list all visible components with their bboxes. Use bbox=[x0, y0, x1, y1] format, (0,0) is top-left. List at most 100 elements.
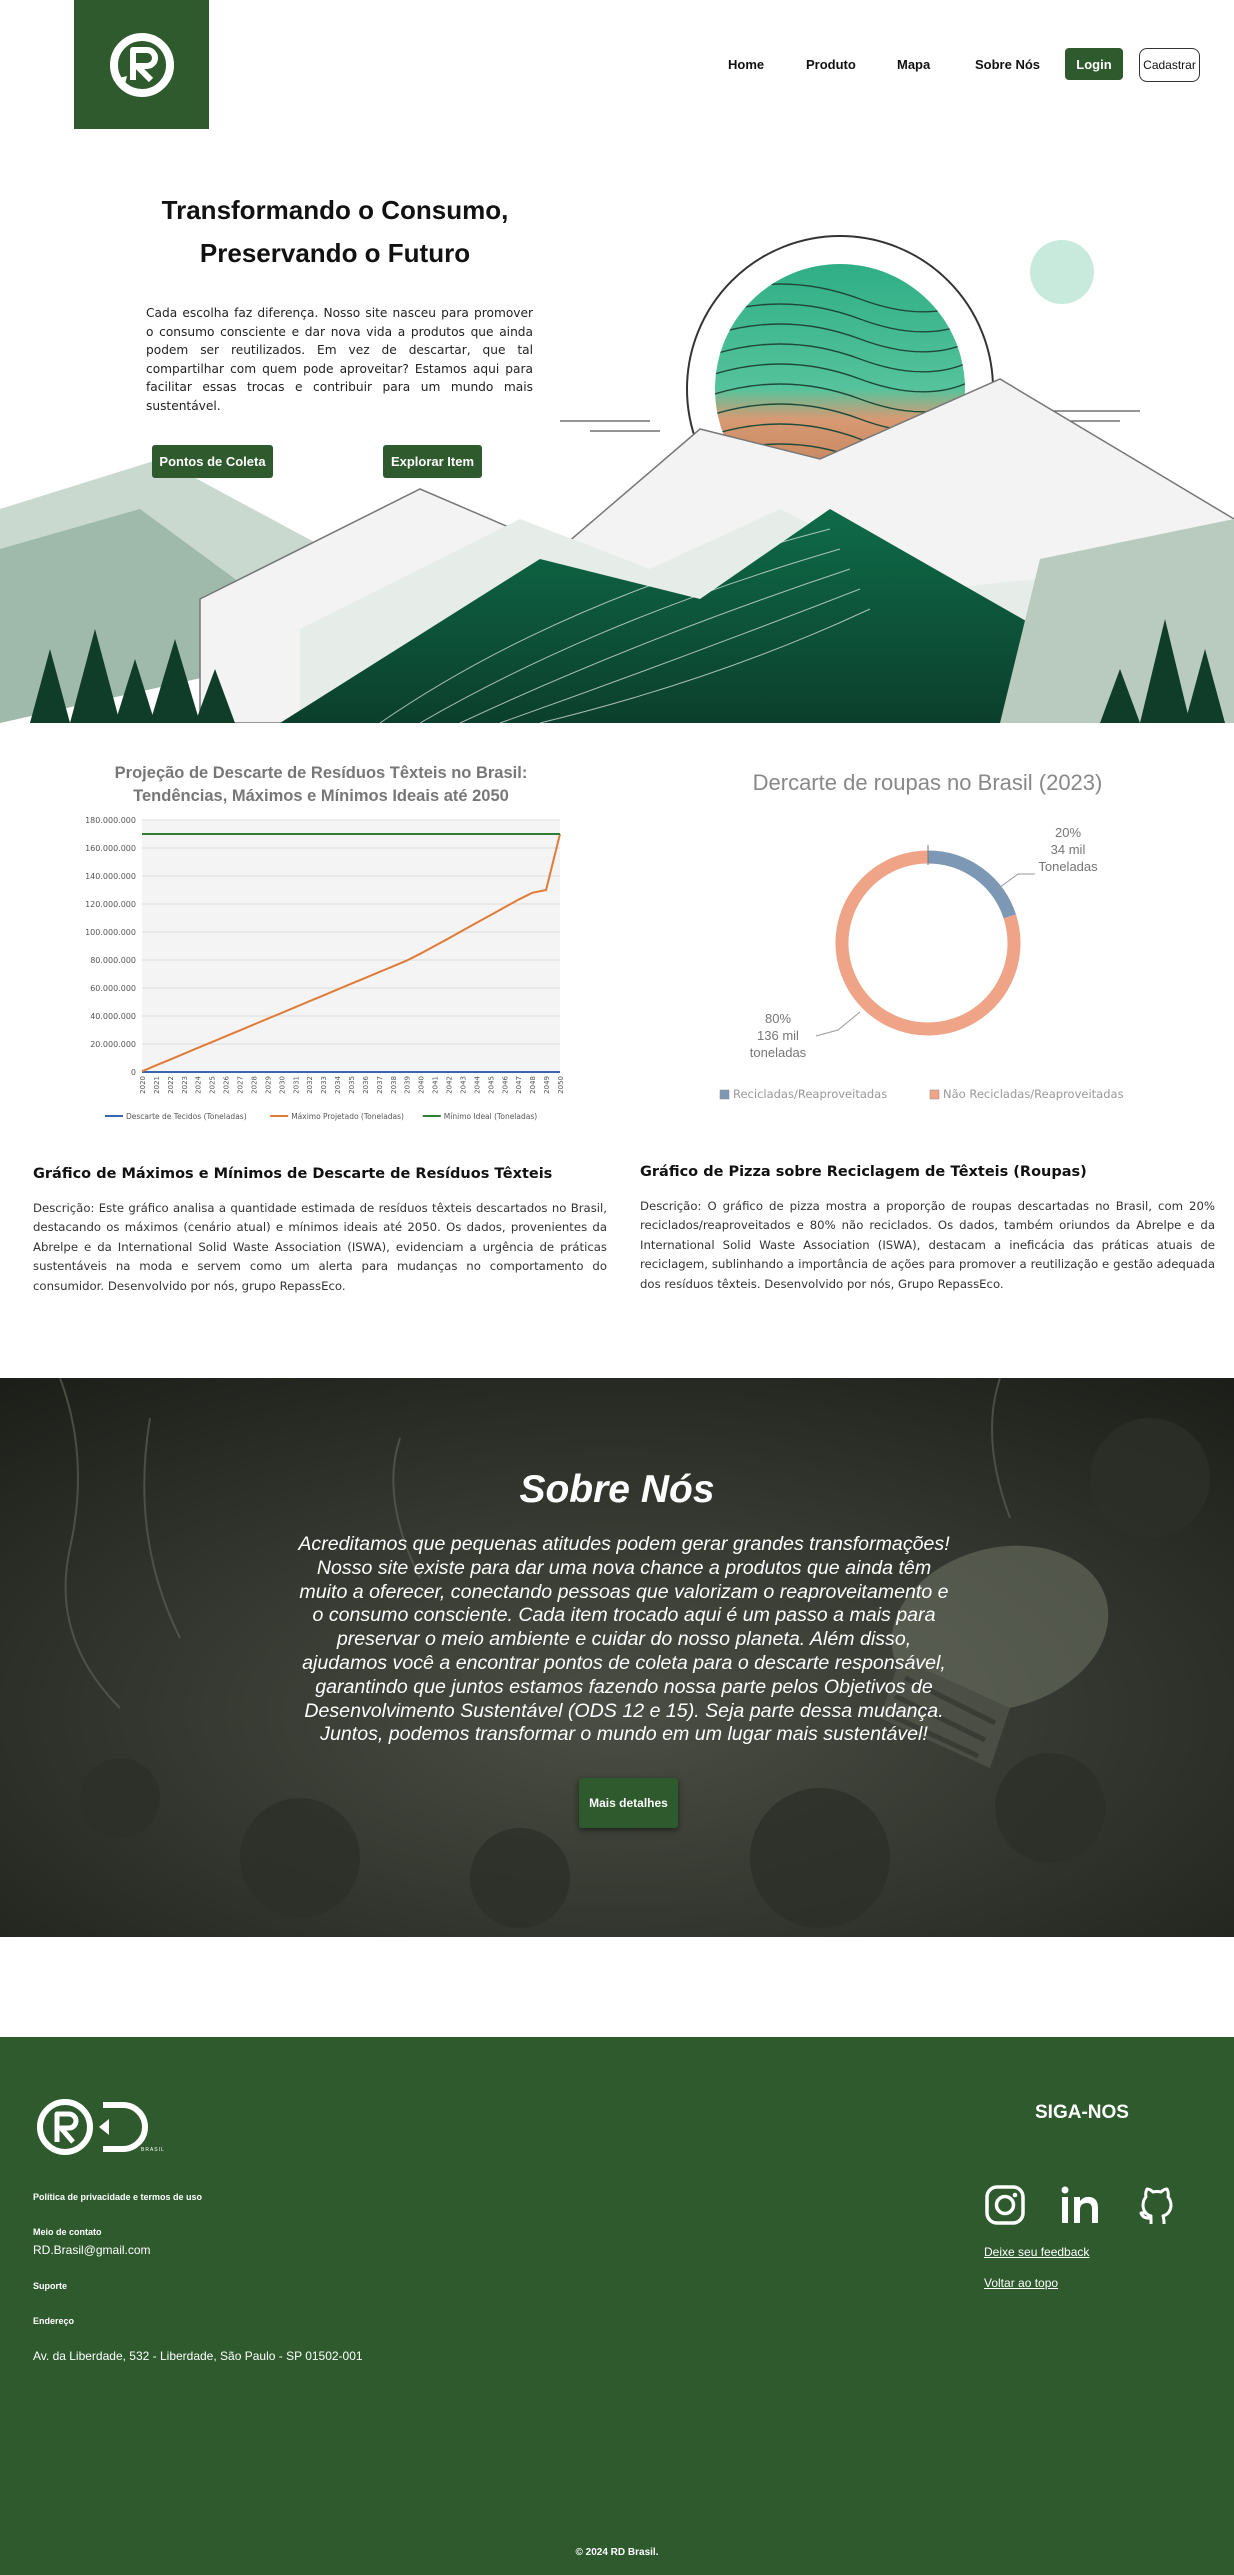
label-leader bbox=[815, 1011, 861, 1037]
y-tick-label: 80.000.000 bbox=[90, 956, 136, 965]
donut-chart: 20% 34 mil Toneladas 80% 136 mil toneladas Rec… bbox=[719, 825, 1124, 1101]
about-text: Acreditamos que pequenas atitudes podem … bbox=[298, 1533, 950, 1746]
x-tick-label: 2046 bbox=[501, 1075, 509, 1093]
pie-chart-description: Descrição: O gráfico de pizza mostra a p… bbox=[640, 1199, 1215, 1291]
x-tick-label: 2038 bbox=[390, 1076, 398, 1094]
contact-email[interactable]: RD.Brasil@gmail.com bbox=[33, 2243, 151, 2257]
x-tick-label: 2025 bbox=[209, 1076, 217, 1094]
x-tick-label: 2028 bbox=[250, 1076, 258, 1094]
x-tick-label: 2027 bbox=[237, 1076, 245, 1094]
nav-mapa[interactable]: Mapa bbox=[897, 57, 930, 72]
line-chart-heading: Gráfico de Máximos e Mínimos de Descarte… bbox=[33, 1166, 553, 1182]
linkedin-icon[interactable] bbox=[1056, 2182, 1102, 2228]
slice-label-unit: Toneladas bbox=[1038, 859, 1098, 874]
y-tick-label: 20.000.000 bbox=[90, 1040, 136, 1049]
x-tick-label: 2020 bbox=[139, 1076, 147, 1094]
footer: BRASIL Política de privacidade e termos … bbox=[0, 2037, 1234, 2575]
address-label: Endereço bbox=[33, 2316, 75, 2326]
line-chart: 0 20.000.000 40.000.000 60.000.000 80.000.00… bbox=[85, 816, 565, 1121]
x-tick-label: 2024 bbox=[195, 1075, 203, 1093]
x-tick-label: 2023 bbox=[181, 1076, 189, 1094]
x-tick-label: 2033 bbox=[320, 1076, 328, 1094]
x-tick-label: 2050 bbox=[557, 1076, 565, 1094]
nav-home[interactable]: Home bbox=[728, 57, 764, 72]
copyright: © 2024 RD Brasil. bbox=[575, 2547, 659, 2558]
x-tick-label: 2037 bbox=[376, 1076, 384, 1094]
hero-title-line2: Preservando o Futuro bbox=[199, 238, 471, 268]
follow-us-title: SIGA-NOS bbox=[1035, 2102, 1129, 2123]
nav-sobre-nos[interactable]: Sobre Nós bbox=[975, 57, 1040, 72]
hero-title-line1: Transformando o Consumo, bbox=[161, 195, 509, 225]
x-tick-label: 2040 bbox=[418, 1076, 426, 1094]
legend-label: Descarte de Tecidos (Toneladas) bbox=[126, 1112, 247, 1121]
collect-points-button[interactable]: Pontos de Coleta bbox=[152, 445, 273, 478]
x-tick-label: 2042 bbox=[446, 1076, 454, 1094]
x-tick-label: 2039 bbox=[404, 1076, 412, 1094]
legend-swatch bbox=[929, 1089, 940, 1100]
slice-label-pct: 80% bbox=[765, 1011, 791, 1026]
nav-produto[interactable]: Produto bbox=[806, 57, 856, 72]
y-tick-label: 40.000.000 bbox=[90, 1012, 136, 1021]
x-tick-label: 2029 bbox=[264, 1076, 272, 1094]
x-tick-label: 2049 bbox=[543, 1076, 551, 1094]
slice-label-amount: 136 mil bbox=[757, 1028, 799, 1043]
hero-description: Cada escolha faz diferença. Nosso site n… bbox=[146, 306, 533, 413]
footer-logo-sub: BRASIL bbox=[141, 2147, 165, 2153]
x-tick-label: 2041 bbox=[432, 1076, 440, 1094]
y-tick-label: 140.000.000 bbox=[85, 872, 136, 881]
x-tick-label: 2045 bbox=[487, 1076, 495, 1094]
line-chart-description: Descrição: Este gráfico analisa a quanti… bbox=[33, 1201, 607, 1293]
x-tick-label: 2043 bbox=[459, 1076, 467, 1094]
y-tick-label: 0 bbox=[131, 1068, 136, 1077]
x-tick-label: 2034 bbox=[334, 1075, 342, 1093]
about-section: Sobre Nós Acreditamos que pequenas atitu… bbox=[0, 1378, 1234, 1937]
site-logo[interactable] bbox=[74, 0, 209, 129]
x-tick-label: 2026 bbox=[223, 1075, 231, 1093]
legend-label: Mínimo Ideal (Toneladas) bbox=[444, 1112, 537, 1121]
x-tick-label: 2036 bbox=[362, 1075, 370, 1093]
y-tick-label: 180.000.000 bbox=[85, 816, 136, 825]
x-tick-label: 2030 bbox=[278, 1076, 286, 1094]
x-tick-label: 2035 bbox=[348, 1076, 356, 1094]
legend-swatch bbox=[719, 1089, 730, 1100]
signup-button[interactable]: Cadastrar bbox=[1139, 48, 1200, 82]
legend-label: Recicladas/Reaproveitadas bbox=[733, 1087, 887, 1101]
y-tick-label: 120.000.000 bbox=[85, 900, 136, 909]
x-tick-label: 2032 bbox=[306, 1076, 314, 1094]
y-tick-label: 160.000.000 bbox=[85, 844, 136, 853]
footer-logo[interactable]: BRASIL bbox=[33, 2097, 168, 2162]
pie-chart-title: Dercarte de roupas no Brasil (2023) bbox=[752, 770, 1103, 795]
x-tick-label: 2048 bbox=[529, 1076, 537, 1094]
y-tick-label: 60.000.000 bbox=[90, 984, 136, 993]
donut-slice bbox=[927, 850, 1016, 919]
back-to-top-link[interactable]: Voltar ao topo bbox=[984, 2276, 1058, 2290]
pie-chart-heading: Gráfico de Pizza sobre Reciclagem de Têx… bbox=[640, 1164, 1087, 1180]
x-tick-label: 2022 bbox=[167, 1076, 175, 1094]
y-tick-label: 100.000.000 bbox=[85, 928, 136, 937]
plot-area bbox=[142, 820, 560, 1072]
main-nav: Home Produto Mapa Sobre Nós Login Cadast… bbox=[700, 48, 1210, 84]
instagram-icon[interactable] bbox=[982, 2182, 1028, 2228]
x-tick-label: 2031 bbox=[292, 1076, 300, 1094]
support-link[interactable]: Suporte bbox=[33, 2281, 67, 2291]
login-button[interactable]: Login bbox=[1065, 48, 1123, 80]
feedback-link[interactable]: Deixe seu feedback bbox=[984, 2245, 1089, 2259]
hero-section: Transformando o Consumo, Preservando o F… bbox=[0, 129, 1234, 723]
x-tick-label: 2047 bbox=[515, 1076, 523, 1094]
legend-label: Máximo Projetado (Toneladas) bbox=[291, 1112, 404, 1121]
privacy-link[interactable]: Política de privacidade e termos de uso bbox=[33, 2192, 202, 2202]
slice-label-unit: toneladas bbox=[750, 1045, 807, 1060]
x-tick-label: 2021 bbox=[153, 1076, 161, 1094]
explore-item-button[interactable]: Explorar Item bbox=[383, 445, 482, 478]
line-chart-title: Projeção de Descarte de Resíduos Têxteis… bbox=[114, 764, 528, 805]
contact-label: Meio de contato bbox=[33, 2227, 102, 2237]
x-tick-label: 2044 bbox=[473, 1075, 481, 1093]
github-icon[interactable] bbox=[1134, 2182, 1180, 2228]
slice-label-amount: 34 mil bbox=[1051, 842, 1086, 857]
address-value: Av. da Liberdade, 532 - Liberdade, São P… bbox=[33, 2349, 363, 2363]
hero-title: Transformando o Consumo, Preservando o F… bbox=[110, 189, 560, 275]
about-title: Sobre Nós bbox=[519, 1468, 715, 1511]
more-details-button[interactable]: Mais detalhes bbox=[579, 1778, 678, 1828]
slice-label-pct: 20% bbox=[1055, 825, 1081, 840]
rd-logo-icon bbox=[109, 32, 174, 97]
